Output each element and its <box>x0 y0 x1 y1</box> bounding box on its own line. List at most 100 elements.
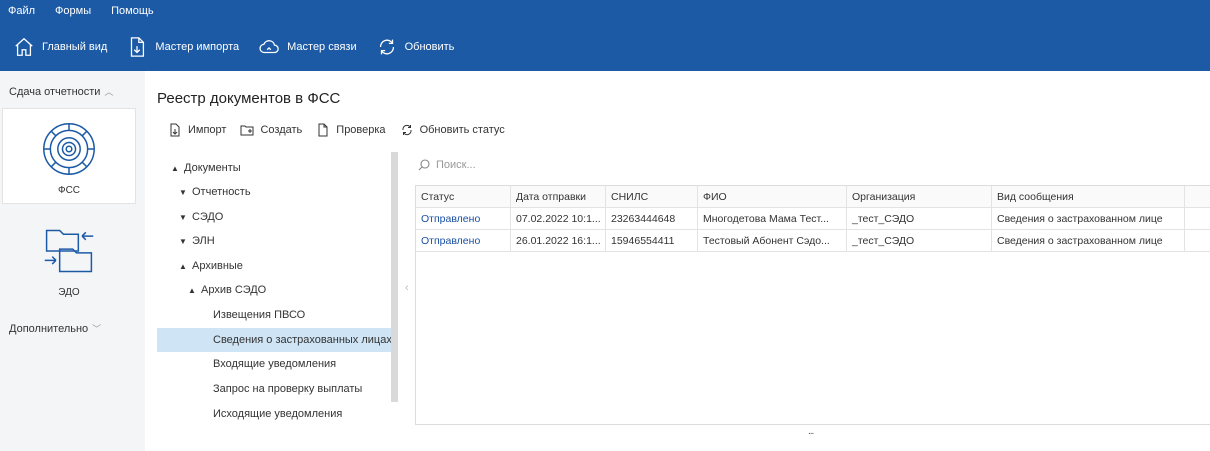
left-nav: Сдача отчетности ︿ ФСС ЭДО Дополнительно… <box>0 71 145 451</box>
column-header-message-type[interactable]: Вид сообщения <box>992 186 1185 207</box>
caret-down-icon: ▼ <box>179 212 187 222</box>
cell-status[interactable]: Отправлено <box>416 230 511 251</box>
cell-message-type: Сведения о застрахованном лице <box>992 230 1185 251</box>
tree-item-outgoing-notices[interactable]: Исходящие уведомления <box>213 402 342 424</box>
tile-fss[interactable]: ФСС <box>2 108 136 204</box>
menu-file[interactable]: Файл <box>0 5 45 17</box>
collapse-panel-icon[interactable]: ‹ <box>405 282 409 294</box>
refresh-status-label: Обновить статус <box>419 124 505 136</box>
tile-edo[interactable]: ЭДО <box>2 211 136 307</box>
import-icon <box>170 123 180 137</box>
refresh-label: Обновить <box>404 41 455 53</box>
additional-section-toggle[interactable]: Дополнительно ﹀ <box>9 322 101 335</box>
tree-item-label: Отчетность <box>192 186 251 198</box>
reporting-section-toggle[interactable]: Сдача отчетности ︿ <box>9 85 113 98</box>
create-button[interactable]: Создать <box>240 123 302 137</box>
tree-item-insured-persons[interactable]: Сведения о застрахованных лицах <box>157 328 398 352</box>
main-toolbar: Главный вид Мастер импорта Мастер связи … <box>0 28 460 66</box>
cell-status[interactable]: Отправлено <box>416 208 511 229</box>
import-icon <box>125 35 149 59</box>
additional-section-label: Дополнительно <box>9 322 89 335</box>
refresh-button[interactable]: Обновить <box>375 35 455 59</box>
caret-down-icon: ▼ <box>179 236 187 246</box>
cloud-icon <box>257 35 281 59</box>
action-bar: Импорт Создать Проверка Обновить статус <box>168 123 519 137</box>
cell-send-date: 07.02.2022 10:1... <box>511 208 606 229</box>
cell-organization: _тест_СЭДО <box>847 208 992 229</box>
tree-item-sedo[interactable]: ▼ СЭДО <box>179 205 223 229</box>
check-label: Проверка <box>336 124 386 136</box>
search-placeholder: Поиск... <box>436 159 476 171</box>
refresh-status-button[interactable]: Обновить статус <box>400 123 505 137</box>
tree-item-label: Извещения ПВСО <box>213 309 306 321</box>
table-row[interactable]: Отправлено 07.02.2022 10:1... 2326344464… <box>416 208 1210 230</box>
search-box[interactable]: Поиск... <box>418 159 476 171</box>
menu-bar: Файл Формы Помощь <box>0 0 164 22</box>
home-icon <box>12 35 36 59</box>
tree-item-label: Входящие уведомления <box>213 358 337 370</box>
cell-snils: 15946554411 <box>606 230 698 251</box>
caret-up-icon: ▲ <box>188 285 196 295</box>
page-title: Реестр документов в ФСС <box>157 90 341 107</box>
home-view-button[interactable]: Главный вид <box>12 35 107 59</box>
cell-fio: Тестовый Абонент Сэдо... <box>698 230 847 251</box>
refresh-icon <box>375 35 399 59</box>
tree-item-payment-check-request[interactable]: Запрос на проверку выплаты <box>213 377 362 401</box>
tree-item-label: Архив СЭДО <box>201 284 267 296</box>
column-header-snils[interactable]: СНИЛС <box>606 186 698 207</box>
create-icon <box>240 125 254 136</box>
import-button[interactable]: Импорт <box>168 123 226 137</box>
document-tree: ▲ Документы ▼ Отчетность ▼ СЭДО ▼ ЭЛН ▲ Архив… <box>157 152 398 424</box>
create-label: Создать <box>260 124 303 136</box>
cell-message-type: Сведения о застрахованном лице <box>992 208 1185 229</box>
grid-resize-handle[interactable]: ... <box>808 426 814 437</box>
tree-item-label: ЭЛН <box>192 235 215 247</box>
tree-item-label: Архивные <box>192 260 243 272</box>
menu-forms[interactable]: Формы <box>45 5 101 17</box>
caret-up-icon: ▲ <box>171 163 179 173</box>
tree-item-incoming-notices[interactable]: Входящие уведомления <box>213 352 336 376</box>
fss-icon <box>43 123 95 175</box>
tree-item-label: Запрос на проверку выплаты <box>213 383 363 395</box>
caret-up-icon: ▲ <box>179 261 187 271</box>
table-row[interactable]: Отправлено 26.01.2022 16:1... 1594655441… <box>416 230 1210 252</box>
tree-item-label: Документы <box>184 162 241 174</box>
tree-item-pvso-notices[interactable]: Извещения ПВСО <box>213 303 305 327</box>
tree-item-label: СЭДО <box>192 211 224 223</box>
cell-fio: Многодетова Мама Тест... <box>698 208 847 229</box>
documents-table: Статус Дата отправки СНИЛС ФИО Организац… <box>415 185 1210 425</box>
column-header-send-date[interactable]: Дата отправки <box>511 186 606 207</box>
menu-help[interactable]: Помощь <box>101 5 164 17</box>
search-icon <box>418 159 430 171</box>
refresh-icon <box>402 124 412 136</box>
check-icon <box>318 123 328 137</box>
edo-icon <box>44 229 94 273</box>
import-label: Импорт <box>188 124 227 136</box>
chevron-up-icon: ︿ <box>104 87 114 97</box>
app-header: Файл Формы Помощь Главный вид Мастер имп… <box>0 0 1210 71</box>
import-wizard-button[interactable]: Мастер импорта <box>125 35 239 59</box>
cell-organization: _тест_СЭДО <box>847 230 992 251</box>
import-wizard-label: Мастер импорта <box>155 41 240 53</box>
tree-item-documents[interactable]: ▲ Документы <box>171 156 241 180</box>
cell-snils: 23263444648 <box>606 208 698 229</box>
tree-scrollbar[interactable] <box>391 152 398 402</box>
connection-wizard-button[interactable]: Мастер связи <box>257 35 357 59</box>
column-header-fio[interactable]: ФИО <box>698 186 847 207</box>
table-header: Статус Дата отправки СНИЛС ФИО Организац… <box>416 186 1210 208</box>
home-view-label: Главный вид <box>42 41 108 53</box>
caret-down-icon: ▼ <box>179 187 187 197</box>
chevron-down-icon: ﹀ <box>92 324 102 334</box>
tree-item-archive[interactable]: ▲ Архивные <box>179 254 243 278</box>
tile-edo-label: ЭДО <box>58 287 80 298</box>
check-button[interactable]: Проверка <box>316 123 386 137</box>
tree-item-eln[interactable]: ▼ ЭЛН <box>179 229 215 253</box>
tree-item-label: Исходящие уведомления <box>213 408 343 420</box>
column-header-organization[interactable]: Организация <box>847 186 992 207</box>
cell-send-date: 26.01.2022 16:1... <box>511 230 606 251</box>
connection-wizard-label: Мастер связи <box>287 41 357 53</box>
column-header-status[interactable]: Статус <box>416 186 511 207</box>
tile-fss-label: ФСС <box>57 185 81 196</box>
tree-item-archive-sedo[interactable]: ▲ Архив СЭДО <box>188 278 266 302</box>
tree-item-reporting[interactable]: ▼ Отчетность <box>179 180 251 204</box>
